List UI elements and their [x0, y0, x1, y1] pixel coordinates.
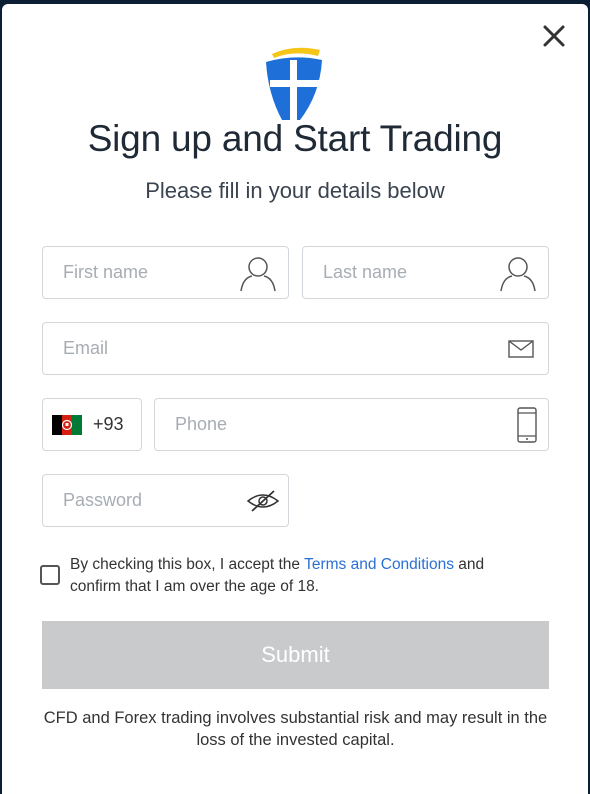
mobile-phone-icon — [517, 406, 537, 443]
first-name-input[interactable] — [63, 247, 238, 298]
brand-logo — [266, 47, 322, 120]
signup-modal: Sign up and Start Trading Please fill in… — [2, 4, 588, 794]
last-name-field — [302, 246, 549, 299]
terms-link[interactable]: Terms and Conditions — [304, 556, 454, 573]
password-input[interactable] — [63, 475, 238, 526]
email-field — [42, 322, 549, 375]
page-title: Sign up and Start Trading — [87, 118, 503, 159]
page-subtitle: Please fill in your details below — [145, 178, 445, 203]
close-icon[interactable] — [540, 22, 568, 50]
user-icon — [240, 256, 276, 291]
phone-field — [154, 398, 549, 451]
last-name-input[interactable] — [323, 247, 498, 298]
email-input[interactable] — [63, 323, 498, 374]
phone-input[interactable] — [175, 399, 498, 450]
envelope-icon — [508, 339, 534, 358]
risk-warning: CFD and Forex trading involves substanti… — [43, 709, 548, 749]
country-code-select[interactable]: +93 — [42, 398, 142, 451]
eye-slash-icon[interactable] — [246, 489, 280, 513]
consent-text: By checking this box, I accept the Terms… — [70, 554, 530, 598]
country-code-value: +93 — [93, 414, 124, 434]
submit-button[interactable]: Submit — [42, 621, 549, 689]
terms-checkbox[interactable] — [40, 565, 60, 585]
consent-text-before: By checking this box, I accept the — [70, 556, 305, 573]
first-name-field — [42, 246, 289, 299]
password-field — [42, 474, 289, 527]
afghanistan-flag-icon — [52, 415, 82, 435]
user-icon — [500, 256, 536, 291]
